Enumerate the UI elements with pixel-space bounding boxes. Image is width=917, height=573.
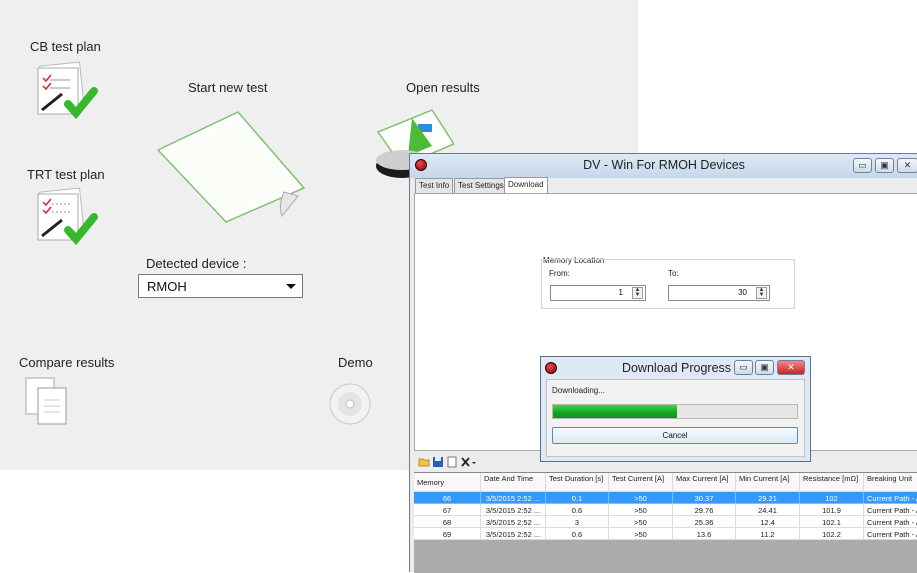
table-cell: 13.6 (673, 528, 736, 540)
tab-test-info[interactable]: Test Info (415, 178, 454, 193)
detected-device-select[interactable]: RMOH (138, 274, 303, 298)
table-cell: 12.4 (736, 516, 800, 528)
table-cell: 102 (800, 492, 864, 504)
demo-label[interactable]: Demo (338, 355, 373, 370)
table-cell: >50 (609, 516, 673, 528)
table-cell: 66 (414, 492, 481, 504)
table-cell: >50 (609, 492, 673, 504)
table-cell: 101.9 (800, 504, 864, 516)
open-results-label[interactable]: Open results (406, 80, 480, 95)
column-header[interactable]: Test Current [A] (609, 473, 673, 492)
table-cell: Current Path - A (864, 492, 917, 504)
spin-arrows-icon[interactable]: ▲ ▼ (632, 287, 643, 299)
column-header[interactable]: Min Current [A] (736, 473, 800, 492)
start-new-test-label[interactable]: Start new test (188, 80, 267, 95)
compare-results-label[interactable]: Compare results (19, 355, 114, 370)
table-cell: >50 (609, 528, 673, 540)
table-cell: 24.41 (736, 504, 800, 516)
results-grid-body: Memory Date And Time Test Duration [s] Test… (414, 473, 917, 540)
grid-header-row: Memory Date And Time Test Duration [s] Test… (414, 473, 917, 492)
table-cell: 30.37 (673, 492, 736, 504)
download-tab-panel: Memory Location From: To: 1 ▲ ▼ 30 ▲ ▼ Dow… (414, 193, 917, 462)
column-header[interactable]: Test Duration [s] (546, 473, 609, 492)
table-cell: 67 (414, 504, 481, 516)
table-cell: >50 (609, 504, 673, 516)
open-folder-icon[interactable] (418, 456, 430, 468)
table-cell: 0.6 (546, 528, 609, 540)
results-grid: Memory Date And Time Test Duration [s] Test… (414, 472, 917, 573)
dialog-close-button[interactable]: ✕ (777, 360, 805, 375)
table-cell: 3/5/2015 2:52 ... (481, 492, 546, 504)
grid-toolbar (414, 455, 917, 471)
table-row[interactable]: 67 3/5/2015 2:52 ... 0.6 >50 29.76 24.41 101.9… (414, 504, 917, 516)
progress-fill (553, 405, 678, 418)
dialog-body: Downloading... Cancel (546, 379, 805, 457)
table-cell: 29.76 (673, 504, 736, 516)
spin-arrows-icon[interactable]: ▲ ▼ (756, 287, 767, 299)
maximize-button[interactable]: ▣ (875, 158, 894, 173)
from-value: 1 (618, 288, 623, 297)
table-cell: 11.2 (736, 528, 800, 540)
table-row[interactable]: 69 3/5/2015 2:52 ... 0.6 >50 13.6 11.2 102.2 Cu… (414, 528, 917, 540)
table-cell: 3/5/2015 2:52 ... (481, 528, 546, 540)
memory-location-group (541, 259, 795, 309)
to-value: 30 (738, 288, 747, 297)
table-cell: 3 (546, 516, 609, 528)
table-cell: 102.2 (800, 528, 864, 540)
compare-documents-icon[interactable] (24, 376, 72, 428)
table-cell: 0.1 (546, 492, 609, 504)
to-spinner[interactable]: 30 ▲ ▼ (668, 285, 770, 301)
table-cell: 25.36 (673, 516, 736, 528)
table-cell: Current Path - A (864, 516, 917, 528)
tab-test-settings[interactable]: Test Settings (454, 178, 508, 193)
demo-disc-icon[interactable] (328, 382, 372, 426)
dialog-minimize-button[interactable]: ▭ (734, 360, 753, 375)
trt-test-plan-label[interactable]: TRT test plan (27, 167, 105, 182)
from-label: From: (549, 269, 570, 278)
dialog-maximize-button[interactable]: ▣ (755, 360, 774, 375)
window-title: DV - Win For RMOH Devices (583, 158, 745, 172)
minimize-button[interactable]: ▭ (853, 158, 872, 173)
column-header[interactable]: Memory (414, 473, 481, 492)
cancel-button[interactable]: Cancel (552, 427, 798, 444)
table-cell: Current Path - A (864, 528, 917, 540)
detected-device-label: Detected device : (146, 256, 247, 271)
table-cell: 69 (414, 528, 481, 540)
from-spinner[interactable]: 1 ▲ ▼ (550, 285, 646, 301)
table-cell: Current Path - A (864, 504, 917, 516)
table-cell: 3/5/2015 2:52 ... (481, 504, 546, 516)
tab-download[interactable]: Download (504, 177, 548, 193)
table-cell: 0.6 (546, 504, 609, 516)
close-button[interactable]: ✕ (897, 158, 917, 173)
cb-test-plan-icon[interactable] (34, 60, 102, 122)
table-cell: 29.21 (736, 492, 800, 504)
table-cell: 68 (414, 516, 481, 528)
to-label: To: (668, 269, 679, 278)
title-bar[interactable]: DV - Win For RMOH Devices ▭ ▣ ✕ (410, 154, 917, 178)
table-cell: 102.1 (800, 516, 864, 528)
cb-test-plan-label[interactable]: CB test plan (30, 39, 101, 54)
trt-test-plan-icon[interactable] (34, 186, 102, 248)
detected-device-value: RMOH (147, 279, 187, 294)
main-window: DV - Win For RMOH Devices ▭ ▣ ✕ Test Inf… (409, 153, 917, 573)
download-progress-dialog: Download Progress ▭ ▣ ✕ Downloading... C… (540, 356, 811, 462)
document-icon[interactable] (446, 456, 458, 468)
table-row[interactable]: 66 3/5/2015 2:52 ... 0.1 >50 30.37 29.21 102 Cu… (414, 492, 917, 504)
column-header[interactable]: Resistance [mΩ] (800, 473, 864, 492)
save-icon[interactable] (432, 456, 444, 468)
new-test-sheet-icon[interactable] (156, 110, 306, 225)
column-header[interactable]: Max Current [A] (673, 473, 736, 492)
table-row[interactable]: 68 3/5/2015 2:52 ... 3 >50 25.36 12.4 102.1 Cur… (414, 516, 917, 528)
column-header[interactable]: Breaking Unit (864, 473, 917, 492)
delete-icon[interactable] (460, 456, 476, 468)
downloading-message: Downloading... (552, 386, 605, 395)
chevron-down-icon (286, 284, 296, 289)
download-progress-bar (552, 404, 798, 419)
column-header[interactable]: Date And Time (481, 473, 546, 492)
table-cell: 3/5/2015 2:52 ... (481, 516, 546, 528)
